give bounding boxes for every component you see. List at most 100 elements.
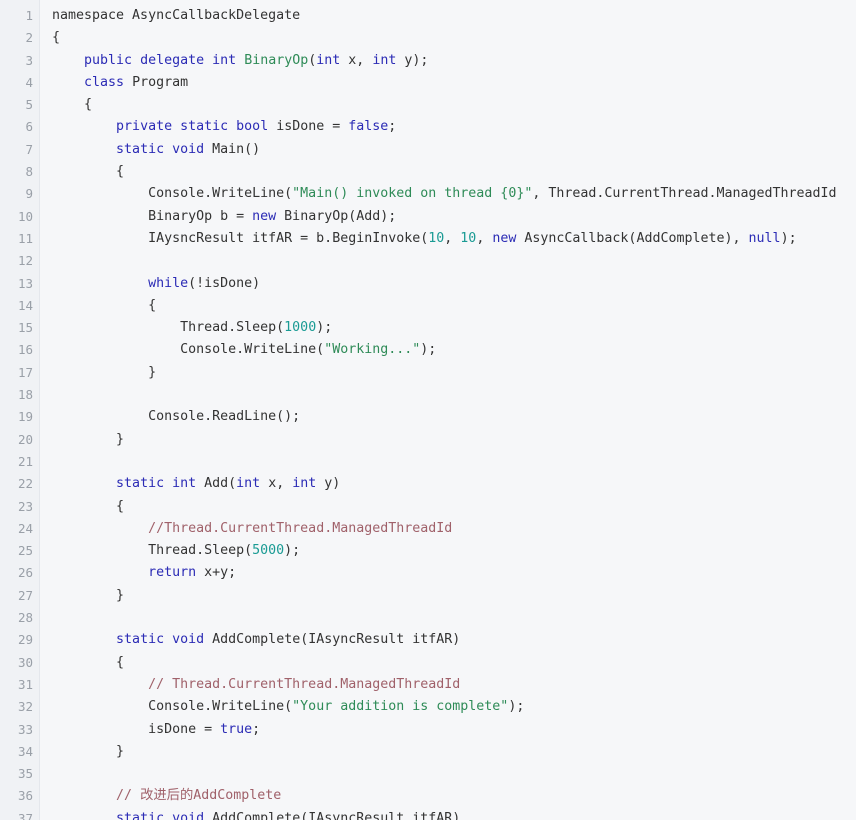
code-line[interactable]: isDone = true; bbox=[52, 719, 856, 741]
token-pln: { bbox=[52, 297, 157, 313]
code-line[interactable]: } bbox=[52, 429, 856, 451]
token-kw: void bbox=[172, 632, 205, 648]
line-number: 12 bbox=[17, 253, 33, 269]
code-line[interactable]: // 改进后的AddComplete bbox=[52, 785, 856, 807]
code-line[interactable]: static void AddComplete(IAsyncResult itf… bbox=[52, 808, 856, 820]
token-pln: ); bbox=[420, 342, 437, 358]
line-number: 31 bbox=[17, 676, 33, 692]
code-line[interactable]: } bbox=[52, 741, 856, 763]
code-line[interactable]: // Thread.CurrentThread.ManagedThreadId bbox=[52, 674, 856, 696]
token-pln bbox=[132, 53, 140, 68]
token-pln bbox=[52, 788, 116, 803]
token-pln: Console.WriteLine( bbox=[52, 186, 293, 202]
token-pln: x, bbox=[260, 476, 293, 492]
token-pln: AddComplete(IAsyncResult itfAR) bbox=[204, 810, 461, 820]
code-line[interactable] bbox=[52, 607, 856, 629]
token-pln: Program bbox=[124, 74, 189, 90]
code-line[interactable] bbox=[52, 250, 856, 272]
line-number: 37 bbox=[17, 810, 33, 820]
token-pln bbox=[164, 632, 172, 647]
token-pln: AddComplete(IAsyncResult itfAR) bbox=[204, 632, 461, 648]
line-number: 22 bbox=[17, 476, 33, 492]
token-pln bbox=[52, 142, 116, 157]
token-pln bbox=[52, 53, 84, 68]
token-pln bbox=[204, 53, 212, 68]
code-line[interactable]: static int Add(int x, int y) bbox=[52, 473, 856, 495]
token-kw: class bbox=[84, 74, 125, 90]
code-line[interactable]: { bbox=[52, 27, 856, 49]
line-number: 15 bbox=[17, 320, 33, 336]
code-line[interactable]: Console.WriteLine("Your addition is comp… bbox=[52, 696, 856, 718]
code-line[interactable]: namespace AsyncCallbackDelegate bbox=[52, 5, 856, 27]
code-line[interactable]: //Thread.CurrentThread.ManagedThreadId bbox=[52, 518, 856, 540]
token-pln: x, bbox=[340, 52, 373, 68]
token-pln: ); bbox=[780, 230, 797, 246]
line-number: 16 bbox=[17, 342, 33, 358]
token-str: "Working..." bbox=[324, 342, 421, 358]
code-line[interactable] bbox=[52, 384, 856, 406]
code-line[interactable]: { bbox=[52, 295, 856, 317]
token-pln: y); bbox=[396, 52, 429, 68]
token-kw: true bbox=[220, 721, 253, 737]
token-num: 10 bbox=[428, 230, 445, 246]
code-line[interactable]: } bbox=[52, 585, 856, 607]
code-line[interactable]: static void AddComplete(IAsyncResult itf… bbox=[52, 629, 856, 651]
code-content-area[interactable]: namespace AsyncCallbackDelegate { public … bbox=[40, 0, 856, 820]
token-kw: public bbox=[84, 52, 133, 68]
code-line[interactable] bbox=[52, 763, 856, 785]
code-line[interactable]: Thread.Sleep(5000); bbox=[52, 540, 856, 562]
token-pln: IAysncResult itfAR = b.BeginInvoke( bbox=[52, 230, 429, 246]
token-pln: Console.WriteLine( bbox=[52, 342, 325, 358]
line-number: 25 bbox=[17, 543, 33, 559]
code-line[interactable]: static void Main() bbox=[52, 139, 856, 161]
code-line[interactable]: { bbox=[52, 94, 856, 116]
line-number: 14 bbox=[17, 297, 33, 313]
token-kw: delegate bbox=[140, 52, 205, 68]
token-pln: (!isDone) bbox=[188, 275, 261, 291]
token-num: 1000 bbox=[284, 320, 317, 336]
token-pln bbox=[52, 521, 148, 536]
token-kw: bool bbox=[236, 119, 269, 135]
line-number: 11 bbox=[17, 230, 33, 246]
token-kw: return bbox=[148, 565, 197, 581]
code-line[interactable]: Console.ReadLine(); bbox=[52, 406, 856, 428]
code-line[interactable]: { bbox=[52, 161, 856, 183]
code-line[interactable]: { bbox=[52, 652, 856, 674]
token-pln bbox=[52, 632, 116, 647]
token-pln: , Thread.CurrentThread.ManagedThreadId bbox=[532, 186, 837, 202]
code-line[interactable] bbox=[52, 451, 856, 473]
token-pln: } bbox=[52, 431, 125, 447]
line-number: 35 bbox=[17, 766, 33, 782]
token-pln: ; bbox=[252, 721, 261, 737]
token-com: // Thread.CurrentThread.ManagedThreadId bbox=[148, 676, 461, 692]
line-number: 2 bbox=[25, 30, 33, 46]
code-line[interactable]: public delegate int BinaryOp(int x, int … bbox=[52, 50, 856, 72]
code-line[interactable]: } bbox=[52, 362, 856, 384]
token-pln: { bbox=[52, 164, 125, 180]
token-pln: BinaryOp(Add); bbox=[276, 208, 397, 224]
code-line[interactable]: while(!isDone) bbox=[52, 273, 856, 295]
line-number: 4 bbox=[25, 74, 33, 90]
token-pln: namespace AsyncCallbackDelegate bbox=[52, 8, 301, 23]
line-number-gutter: 1 2 3 4 5 6 7 8 9 10 11 12 13 14 15 16 17 18 19 20 21 22 23 24 2… bbox=[0, 0, 40, 820]
code-line[interactable]: BinaryOp b = new BinaryOp(Add); bbox=[52, 206, 856, 228]
token-pln: Add( bbox=[196, 476, 237, 492]
line-number: 24 bbox=[17, 520, 33, 536]
code-line[interactable]: Console.WriteLine("Working..."); bbox=[52, 339, 856, 361]
line-number: 8 bbox=[25, 164, 33, 180]
code-line[interactable]: { bbox=[52, 496, 856, 518]
token-pln bbox=[52, 677, 148, 692]
token-pln bbox=[52, 75, 84, 90]
code-line[interactable]: private static bool isDone = false; bbox=[52, 116, 856, 138]
token-kw: int bbox=[212, 52, 237, 68]
token-kw: static bbox=[180, 119, 229, 135]
token-pln bbox=[164, 142, 172, 157]
code-line[interactable]: return x+y; bbox=[52, 562, 856, 584]
line-number: 34 bbox=[17, 743, 33, 759]
token-pln: ; bbox=[388, 119, 397, 135]
code-line[interactable]: IAysncResult itfAR = b.BeginInvoke(10, 1… bbox=[52, 228, 856, 250]
code-line[interactable]: Console.WriteLine("Main() invoked on thr… bbox=[52, 183, 856, 205]
code-line[interactable]: Thread.Sleep(1000); bbox=[52, 317, 856, 339]
token-pln bbox=[164, 811, 172, 820]
code-line[interactable]: class Program bbox=[52, 72, 856, 94]
